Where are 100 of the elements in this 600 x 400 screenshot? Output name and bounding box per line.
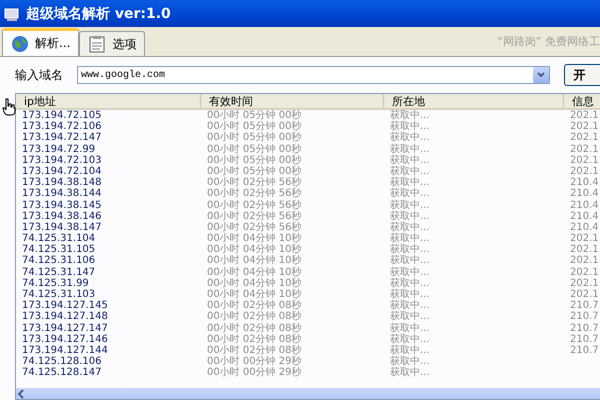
- table-cell-text: 00小时 02分钟 08秒: [206, 344, 303, 356]
- table-cell-text: 173.194.38.144: [21, 188, 103, 200]
- window-title: 超级域名解析 ver:1.0: [26, 4, 171, 22]
- table-cell-text: 210.4: [569, 177, 600, 188]
- table-cell-text: 00小时 02分钟 56秒: [206, 200, 303, 210]
- table-cell-text: 210.7: [569, 311, 600, 323]
- table-cell-text: 获取中...: [389, 278, 431, 289]
- table-cell-text: 202.1: [569, 144, 600, 155]
- table-cell-text: 202.1: [569, 266, 600, 278]
- table-cell-text: 00小时 02分钟 08秒: [206, 311, 303, 322]
- table-cell-text: 00小时 05分钟 00秒: [206, 132, 303, 144]
- table-cell-text: 获取中...: [389, 121, 431, 132]
- table-cell-text: 获取中...: [389, 367, 431, 378]
- table-cell-text: 获取中...: [389, 344, 431, 356]
- table-cell-text: 获取中...: [389, 210, 431, 222]
- table-cell-text: 00小时 02分钟 56秒: [206, 188, 303, 200]
- column-header[interactable]: ip地址: [16, 94, 201, 108]
- table-cell-text: 获取中...: [389, 289, 431, 300]
- table-cell-text: 210.4: [569, 222, 600, 234]
- table-cell-text: 202.1: [569, 121, 600, 132]
- table-cell-text: 74.125.31.106: [21, 255, 96, 267]
- table-cell-text: 210.4: [569, 210, 600, 222]
- table-cell-text: 获取中...: [389, 322, 431, 334]
- table-cell-text: 获取中...: [389, 110, 431, 121]
- banner-text: “网路岗” 免费网络工: [497, 34, 600, 49]
- tab[interactable]: 选项: [79, 31, 146, 56]
- table-cell-text: 173.194.127.147: [21, 322, 109, 334]
- table-cell-text: 210.7: [569, 322, 600, 334]
- column-header[interactable]: 信息: [564, 94, 600, 108]
- table-cell-text: 00小时 05分钟 00秒: [206, 144, 303, 155]
- table-cell-text: 获取中...: [389, 356, 431, 368]
- table-cell-text: 获取中...: [389, 154, 431, 166]
- table-cell-text: 00小时 02分钟 56秒: [206, 177, 303, 188]
- table-cell-text: 210.4: [569, 200, 600, 211]
- column-header[interactable]: 所在地: [384, 94, 564, 108]
- globe-icon: [11, 34, 29, 52]
- table-cell-text: 00小时 04分钟 10秒: [206, 244, 303, 256]
- table-cell-text: 173.194.38.145: [21, 200, 103, 211]
- table-cell-text: 00小时 04分钟 10秒: [206, 266, 303, 278]
- table-cell-text: 173.194.72.106: [21, 121, 103, 132]
- table-cell-text: 202.1: [569, 154, 600, 166]
- table-cell-text: 202.1: [569, 278, 600, 289]
- table-cell-text: 173.194.127.146: [21, 334, 109, 345]
- column-header[interactable]: 有效时间: [201, 94, 384, 108]
- table-cell-text: 173.194.127.145: [21, 300, 109, 312]
- table-cell-text: 00小时 02分钟 08秒: [206, 300, 303, 312]
- table-cell-text: 202.1: [569, 244, 600, 256]
- start-button[interactable]: 开: [564, 64, 600, 86]
- table-cell-text: 173.194.38.146: [21, 210, 103, 222]
- table-cell-text: 00小时 04分钟 10秒: [206, 278, 303, 289]
- table-cell-text: 173.194.127.148: [21, 311, 109, 323]
- table-cell-text: 202.1: [569, 166, 600, 178]
- table-cell-text: 74.125.31.105: [21, 244, 96, 256]
- table-cell-text: 173.194.72.99: [21, 144, 96, 155]
- table-cell-text: 获取中...: [389, 233, 431, 244]
- table-cell-text: 00小时 05分钟 00秒: [206, 121, 303, 132]
- table-cell-text: 获取中...: [389, 222, 431, 233]
- table-cell-text: 202.1: [569, 110, 600, 122]
- notepad-icon: [88, 35, 106, 53]
- table-cell-text: 202.1: [569, 289, 600, 300]
- domain-combo-box[interactable]: www.google.com: [77, 66, 550, 84]
- table-cell-text: 00小时 04分钟 10秒: [206, 255, 303, 266]
- horizontal-scrollbar[interactable]: [16, 388, 600, 399]
- table-cell-text: 00小时 02分钟 56秒: [206, 222, 303, 233]
- table-cell-text: 获取中...: [389, 177, 431, 188]
- table-cell-text: 173.194.127.144: [21, 344, 109, 356]
- table-cell-text: 210.7: [569, 344, 600, 356]
- table-cell-text: 202.1: [569, 132, 600, 144]
- app-icon: [4, 6, 20, 22]
- table-cell-text: 获取中...: [389, 132, 431, 144]
- table-cell-text: 获取中...: [389, 300, 431, 312]
- table-cell-text: 210.7: [569, 334, 600, 345]
- table-cell-text: 202.1: [569, 233, 600, 244]
- table-cell-text: 74.125.31.103: [21, 289, 96, 300]
- table-cell-text: 74.125.31.147: [21, 266, 96, 278]
- table-cell-text: 获取中...: [389, 144, 431, 155]
- table-cell-text: 获取中...: [389, 255, 431, 266]
- table-cell-text: 00小时 05分钟 00秒: [206, 166, 303, 177]
- table-cell-text: 00小时 05分钟 00秒: [206, 154, 303, 166]
- table-cell-text: 获取中...: [389, 166, 431, 177]
- table-cell-text: 173.194.72.147: [21, 132, 103, 144]
- table-cell-text: 173.194.38.148: [21, 177, 103, 188]
- table-cell-text: 210.4: [569, 188, 600, 200]
- table-cell-text: 00小时 02分钟 56秒: [206, 210, 303, 222]
- table-cell-text: 00小时 00分钟 29秒: [206, 356, 303, 368]
- table-cell-text: 00小时 02分钟 08秒: [206, 322, 303, 334]
- table-cell-text: 00小时 05分钟 00秒: [206, 110, 303, 121]
- domain-label: 输入域名: [15, 66, 63, 84]
- table-cell-text: 获取中...: [389, 200, 431, 210]
- table-cell-text: 00小时 04分钟 10秒: [206, 289, 303, 300]
- tab[interactable]: 解析...: [2, 28, 80, 56]
- table-cell-text: 获取中...: [389, 244, 431, 256]
- table-cell-text: 202.1: [569, 255, 600, 267]
- table-cell-text: 173.194.38.147: [21, 222, 103, 234]
- table-cell-text: 74.125.31.104: [21, 233, 96, 244]
- table-cell-text: 获取中...: [389, 188, 431, 200]
- table-cell-text: 00小时 04分钟 10秒: [206, 233, 303, 244]
- table-cell-text: 获取中...: [389, 334, 431, 345]
- table-cell-text: 获取中...: [389, 266, 431, 278]
- table-cell-text: 00小时 02分钟 08秒: [206, 334, 303, 345]
